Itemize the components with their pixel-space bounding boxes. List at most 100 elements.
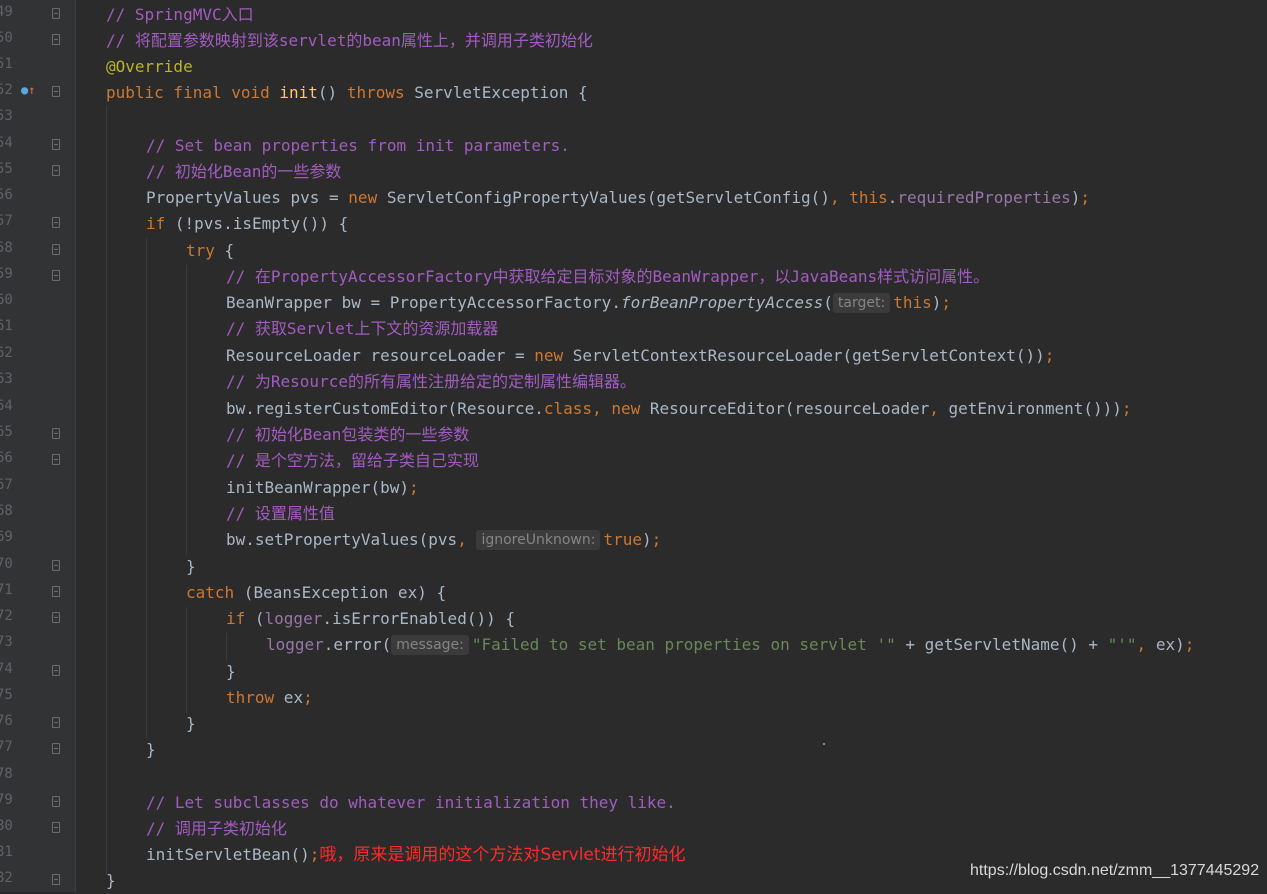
line-number: 59 (0, 266, 13, 282)
line-number: 67 (0, 477, 13, 493)
line-number: 78 (0, 766, 13, 782)
fold-marker-icon[interactable] (52, 8, 60, 19)
line-number: 74 (0, 661, 13, 677)
code-line: 70 } (0, 554, 1267, 580)
annotation: @Override (106, 57, 193, 76)
code-text: } (186, 714, 196, 733)
line-number: 57 (0, 213, 13, 229)
line-number: 53 (0, 108, 13, 124)
line-number: 77 (0, 739, 13, 755)
fold-marker-icon[interactable] (52, 586, 60, 597)
code-line: 64 bw.registerCustomEditor(Resource.clas… (0, 396, 1267, 422)
line-number: 82 (0, 870, 13, 886)
code-line: 62 ResourceLoader resourceLoader = new S… (0, 343, 1267, 369)
comment: // 在PropertyAccessorFactory中获取给定目标对象的Bea… (226, 267, 990, 286)
comment: // 将配置参数映射到该servlet的bean属性上，并调用子类初始化 (106, 31, 593, 50)
fold-marker-icon[interactable] (52, 270, 60, 281)
line-number: 58 (0, 240, 13, 256)
code-text: ResourceLoader resourceLoader = new Serv… (226, 346, 1055, 365)
line-number: 80 (0, 818, 13, 834)
line-number: 63 (0, 371, 13, 387)
code-line: 58 try { (0, 238, 1267, 264)
code-line: 66 // 是个空方法，留给子类自己实现 (0, 448, 1267, 474)
fold-marker-icon[interactable] (52, 560, 60, 571)
line-number: 69 (0, 529, 13, 545)
comment: // 获取Servlet上下文的资源加载器 (226, 319, 499, 338)
line-number: 71 (0, 582, 13, 598)
line-number: 51 (0, 56, 13, 72)
comment: // 调用子类初始化 (146, 819, 287, 838)
fold-marker-icon[interactable] (52, 743, 60, 754)
line-number: 73 (0, 634, 13, 650)
stray-dot (823, 743, 825, 745)
code-line: 77 } (0, 737, 1267, 763)
line-number: 76 (0, 713, 13, 729)
line-number: 65 (0, 424, 13, 440)
fold-marker-icon[interactable] (52, 244, 60, 255)
code-line: 60 BeanWrapper bw = PropertyAccessorFact… (0, 290, 1267, 316)
code-text: } (226, 662, 236, 681)
line-number: 79 (0, 792, 13, 808)
line-number: 55 (0, 161, 13, 177)
code-editor[interactable]: 49 // SpringMVC入口 50 // 将配置参数映射到该servlet… (0, 0, 1267, 892)
line-number: 49 (0, 4, 13, 20)
fold-marker-icon[interactable] (52, 165, 60, 176)
line-number: 60 (0, 292, 13, 308)
code-text: PropertyValues pvs = new ServletConfigPr… (146, 188, 1091, 207)
code-text: } (106, 871, 116, 890)
code-text: } (146, 740, 156, 759)
code-text: initServletBean();哦，原来是调用的这个方法对Servlet进行… (146, 845, 686, 865)
parameter-hint: target: (832, 293, 891, 313)
code-text: public final void init() throws ServletE… (106, 83, 588, 102)
code-text: try { (186, 241, 235, 260)
code-text: } (186, 557, 196, 576)
comment: // Set bean properties from init paramet… (146, 136, 570, 155)
line-number: 81 (0, 844, 13, 860)
fold-marker-icon[interactable] (52, 454, 60, 465)
fold-marker-icon[interactable] (52, 612, 60, 623)
line-number: 72 (0, 608, 13, 624)
code-text: if (!pvs.isEmpty()) { (146, 214, 349, 233)
fold-marker-icon[interactable] (52, 139, 60, 150)
fold-marker-icon[interactable] (52, 822, 60, 833)
line-number: 64 (0, 398, 13, 414)
code-line: 73 logger.error(message: "Failed to set b… (0, 632, 1267, 658)
line-number: 66 (0, 450, 13, 466)
code-line: 67 initBeanWrapper(bw); (0, 475, 1267, 501)
code-text: logger.error(message: "Failed to set bean… (266, 635, 1195, 655)
code-line: 61 // 获取Servlet上下文的资源加载器 (0, 316, 1267, 342)
code-line: 72 if (logger.isErrorEnabled()) { (0, 606, 1267, 632)
line-number: 50 (0, 30, 13, 46)
fold-marker-icon[interactable] (52, 665, 60, 676)
code-line: 54 // Set bean properties from init para… (0, 133, 1267, 159)
line-number: 68 (0, 503, 13, 519)
comment: // Let subclasses do whatever initializa… (146, 793, 676, 812)
code-text: if (logger.isErrorEnabled()) { (226, 609, 515, 628)
code-line: 71 catch (BeansException ex) { (0, 580, 1267, 606)
comment: // 是个空方法，留给子类自己实现 (226, 451, 479, 470)
fold-marker-icon[interactable] (52, 217, 60, 228)
fold-marker-icon[interactable] (52, 86, 60, 97)
fold-marker-icon[interactable] (52, 428, 60, 439)
line-number: 61 (0, 318, 13, 334)
parameter-hint: message: (391, 635, 469, 655)
line-number: 75 (0, 687, 13, 703)
line-number: 62 (0, 345, 13, 361)
fold-marker-icon[interactable] (52, 34, 60, 45)
comment: // 初始化Bean包装类的一些参数 (226, 425, 470, 444)
fold-marker-icon[interactable] (52, 874, 60, 885)
code-text: bw.setPropertyValues(pvs, ignoreUnknown:… (226, 530, 662, 550)
line-number: 54 (0, 135, 13, 151)
code-text: catch (BeansException ex) { (186, 583, 447, 602)
code-line: 59 // 在PropertyAccessorFactory中获取给定目标对象的… (0, 264, 1267, 290)
code-line: 69 bw.setPropertyValues(pvs, ignoreUnkno… (0, 527, 1267, 553)
code-line: 78 (0, 764, 1267, 790)
annotation-note: 哦，原来是调用的这个方法对Servlet进行初始化 (319, 845, 686, 865)
override-method-icon[interactable]: ●↑ (21, 83, 35, 97)
fold-marker-icon[interactable] (52, 796, 60, 807)
fold-marker-icon[interactable] (52, 717, 60, 728)
parameter-hint: ignoreUnknown: (476, 530, 601, 550)
line-number: 56 (0, 187, 13, 203)
comment: // 初始化Bean的一些参数 (146, 162, 342, 181)
code-line: 51 @Override (0, 54, 1267, 80)
